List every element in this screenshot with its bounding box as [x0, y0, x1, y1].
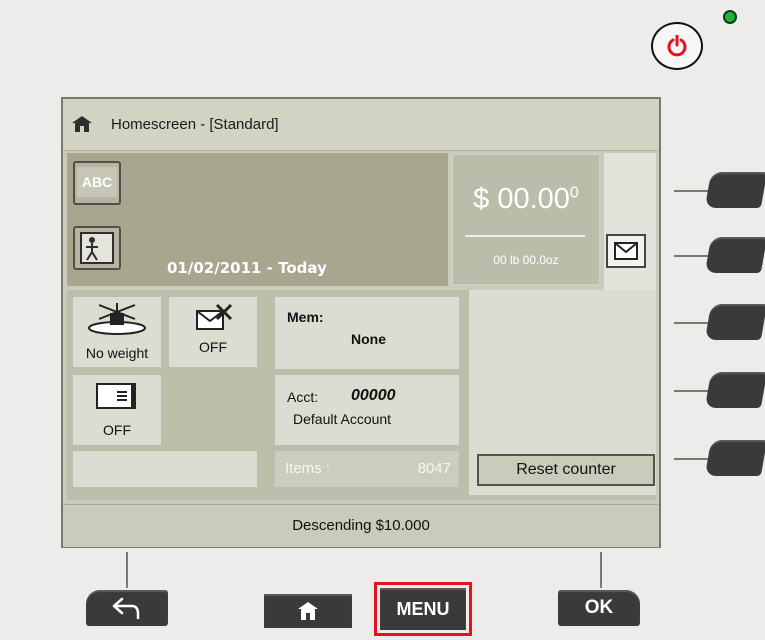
envelope-button[interactable] — [606, 234, 646, 268]
ok-button[interactable]: OK — [558, 590, 640, 626]
empty-tile — [73, 451, 257, 487]
scale-icon — [88, 303, 146, 335]
home-icon — [72, 116, 92, 132]
side-key-1[interactable] — [704, 172, 765, 208]
power-button[interactable] — [651, 22, 703, 70]
back-button[interactable] — [86, 590, 168, 626]
side-key-line-4 — [674, 390, 708, 392]
envelope-icon — [614, 242, 638, 260]
home-icon — [298, 602, 318, 620]
side-key-line-2 — [674, 255, 708, 257]
display-screen: Homescreen - [Standard] ABC 01/02/2011 -… — [61, 97, 661, 548]
status-bar: Descending $10.000 — [63, 504, 659, 547]
postage-amount-display: $ 00.000 00 lb 00.0oz — [451, 153, 601, 286]
scale-label: No weight — [85, 345, 149, 361]
postage-meter-device: Homescreen - [Standard] ABC 01/02/2011 -… — [0, 0, 765, 640]
memory-label: Mem: — [287, 309, 324, 325]
memory-value: None — [351, 331, 386, 347]
scale-tile[interactable]: No weight — [73, 297, 161, 367]
back-key-line — [126, 552, 128, 588]
weight-readout: 00 lb 00.0oz — [493, 253, 559, 267]
account-label: Acct: — [287, 389, 319, 405]
account-name: Default Account — [293, 411, 392, 427]
side-key-4[interactable] — [704, 372, 765, 408]
card-status: OFF — [103, 422, 131, 438]
home-button[interactable] — [264, 594, 352, 628]
side-key-line-3 — [674, 322, 708, 324]
side-key-2[interactable] — [704, 237, 765, 273]
items-value: 8047 — [417, 460, 451, 477]
lower-panel: No weight OFF OFF Mem: None Acct: 00000 … — [67, 290, 656, 500]
ok-key-line — [600, 552, 602, 588]
envelope-off-icon — [196, 303, 233, 330]
menu-highlight — [374, 582, 472, 636]
items-label: Items : — [285, 460, 331, 477]
reset-counter-button[interactable]: Reset counter — [477, 454, 655, 486]
account-panel[interactable]: Acct: 00000 Default Account — [275, 375, 459, 445]
side-key-3[interactable] — [704, 304, 765, 340]
divider — [465, 235, 585, 237]
person-button[interactable] — [73, 226, 121, 270]
power-icon — [667, 35, 687, 57]
memory-panel[interactable]: Mem: None — [275, 297, 459, 369]
abc-button[interactable]: ABC — [73, 161, 121, 205]
side-key-line-5 — [674, 458, 708, 460]
abc-label: ABC — [77, 167, 117, 197]
card-icon — [96, 383, 136, 409]
date-label: 01/02/2011 - Today — [167, 259, 327, 277]
card-tile[interactable]: OFF — [73, 375, 161, 445]
title-bar: Homescreen - [Standard] — [63, 99, 659, 151]
right-column — [604, 153, 656, 290]
envelope-off-tile[interactable]: OFF — [169, 297, 257, 367]
account-number: 00000 — [351, 387, 396, 404]
side-key-5[interactable] — [704, 440, 765, 476]
page-title: Homescreen - [Standard] — [111, 116, 279, 133]
items-counter: Items : 8047 — [275, 451, 459, 487]
envelope-status: OFF — [199, 339, 227, 355]
power-led-indicator — [723, 10, 737, 24]
person-icon — [80, 232, 114, 264]
postage-amount: $ 00.000 — [473, 183, 579, 215]
back-arrow-icon — [112, 597, 140, 620]
side-key-line-1 — [674, 190, 708, 192]
info-panel: ABC 01/02/2011 - Today — [67, 153, 448, 286]
